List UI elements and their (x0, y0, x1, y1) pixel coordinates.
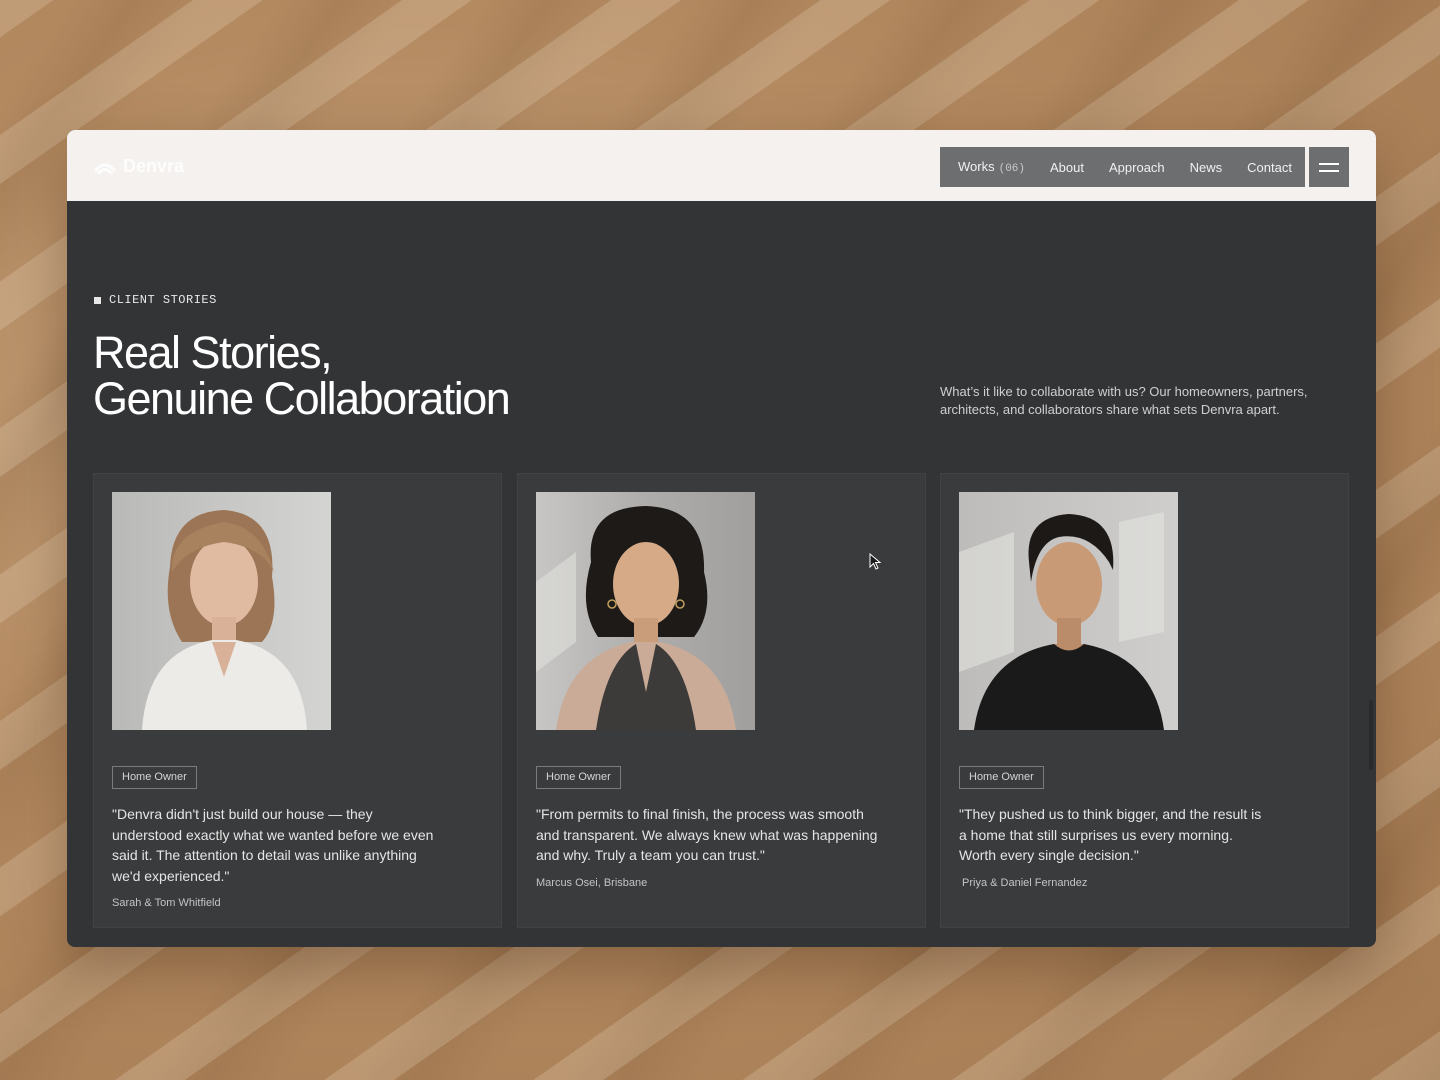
testimonial-author: Sarah & Tom Whitfield (112, 897, 221, 909)
testimonial-author: Priya & Daniel Fernandez (962, 877, 1088, 889)
nav-item-label: Works (958, 159, 995, 174)
menu-button[interactable] (1309, 147, 1349, 187)
nav-item-contact[interactable]: Contact (1247, 160, 1292, 175)
testimonial-author: Marcus Osei, Brisbane (536, 877, 648, 889)
site-header: Denvra Works (06) About Approach News Con… (67, 130, 1376, 201)
nav-item-approach[interactable]: Approach (1109, 160, 1165, 175)
browser-window: Denvra Works (06) About Approach News Con… (67, 130, 1376, 947)
logo-icon (93, 163, 117, 175)
works-count: (06) (998, 163, 1026, 175)
scrollbar[interactable] (1369, 700, 1373, 770)
nav-item-works[interactable]: Works (06) (958, 159, 1025, 175)
section-eyebrow: CLIENT STORIES (94, 293, 217, 307)
client-photo (536, 492, 755, 730)
eyebrow-label: CLIENT STORIES (109, 293, 217, 307)
hamburger-icon-bar (1319, 169, 1339, 172)
logo-text: Denvra (123, 155, 185, 176)
client-photo (959, 492, 1178, 730)
portrait-woman-icon (959, 492, 1178, 730)
testimonial-card: Home Owner "Denvra didn't just build our… (93, 473, 502, 928)
page-title-line: Genuine Collaboration (93, 373, 511, 424)
hamburger-icon-bar (1319, 162, 1339, 165)
role-badge: Home Owner (112, 766, 197, 789)
page-title: Real Stories, Genuine Collaboration (93, 327, 511, 424)
mouse-cursor-icon (869, 553, 882, 570)
page-title-line: Real Stories, (93, 327, 333, 378)
testimonial-card: Home Owner "They pushed us to think bigg… (940, 473, 1349, 928)
testimonial-quote: "From permits to final finish, the proce… (536, 806, 878, 863)
nav-item-news[interactable]: News (1190, 160, 1223, 175)
portrait-woman-icon (536, 492, 755, 730)
testimonial-quote: "Denvra didn't just build our house — th… (112, 806, 434, 884)
logo[interactable]: Denvra (93, 154, 184, 178)
main-nav: Works (06) About Approach News Contact (940, 147, 1305, 187)
role-badge: Home Owner (959, 766, 1044, 789)
portrait-woman-icon (112, 492, 331, 730)
section-intro: What’s it like to collaborate with us? O… (940, 384, 1308, 417)
testimonial-card: Home Owner "From permits to final finish… (517, 473, 926, 928)
role-badge: Home Owner (536, 766, 621, 789)
nav-item-about[interactable]: About (1050, 160, 1084, 175)
square-icon (94, 296, 101, 304)
testimonial-quote: "They pushed us to think bigger, and the… (959, 806, 1262, 863)
client-photo (112, 492, 331, 730)
